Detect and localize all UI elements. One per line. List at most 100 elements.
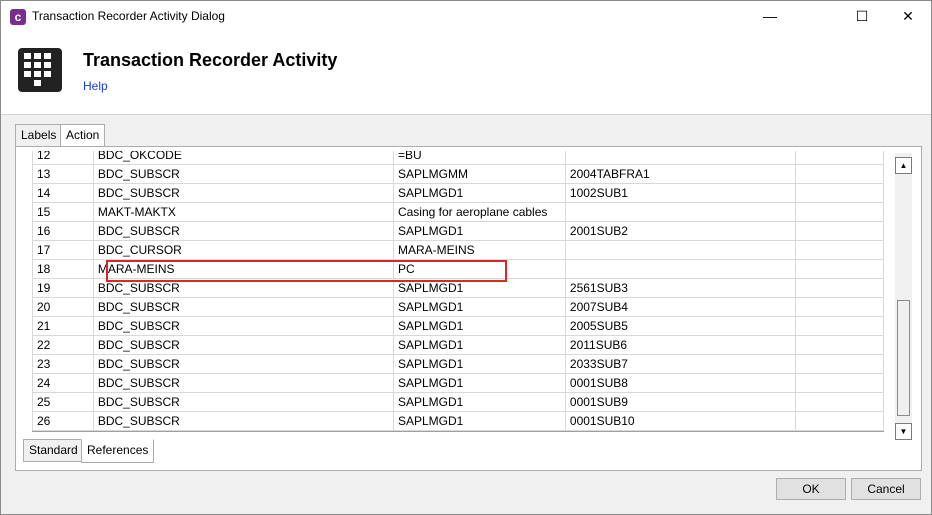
row-number-cell: 12 xyxy=(32,151,94,165)
field-value-cell: SAPLMGD1 xyxy=(392,297,566,317)
table-row-partial[interactable]: 12 BDC_OKCODE =BU xyxy=(32,151,884,165)
table-row[interactable]: 22 BDC_SUBSCR SAPLMGD1 2011SUB6 xyxy=(32,335,884,355)
row-number-cell: 17 xyxy=(32,240,94,260)
table-row[interactable]: 16 BDC_SUBSCR SAPLMGD1 2001SUB2 xyxy=(32,221,884,241)
table-row[interactable]: 25 BDC_SUBSCR SAPLMGD1 0001SUB9 xyxy=(32,392,884,412)
field-name-cell: BDC_SUBSCR xyxy=(92,411,394,431)
field-value-cell: SAPLMGD1 xyxy=(392,354,566,374)
field-name-cell: BDC_SUBSCR xyxy=(92,316,394,336)
table-row[interactable]: 21 BDC_SUBSCR SAPLMGD1 2005SUB5 xyxy=(32,316,884,336)
table-row[interactable]: 17 BDC_CURSOR MARA-MEINS xyxy=(32,240,884,260)
extra-value-cell xyxy=(564,259,797,279)
empty-cell xyxy=(795,297,884,317)
extra-value-cell: 2005SUB5 xyxy=(564,316,797,336)
recording-grid: 12 BDC_OKCODE =BU 13 BDC_SUBSCR SAPLMGMM 20… xyxy=(32,151,884,432)
extra-value-cell: 0001SUB8 xyxy=(564,373,797,393)
empty-cell xyxy=(795,164,884,184)
row-number-cell: 20 xyxy=(32,297,94,317)
table-row[interactable]: 13 BDC_SUBSCR SAPLMGMM 2004TABFRA1 xyxy=(32,164,884,184)
ok-button[interactable]: OK xyxy=(776,478,846,500)
empty-cell xyxy=(795,411,884,431)
scroll-thumb[interactable] xyxy=(897,300,910,416)
help-link[interactable]: Help xyxy=(83,79,108,93)
row-number-cell: 21 xyxy=(32,316,94,336)
field-name-cell: BDC_SUBSCR xyxy=(92,221,394,241)
vertical-scrollbar[interactable]: ▲ ▼ xyxy=(895,153,912,440)
recording-table: 12 BDC_OKCODE =BU 13 BDC_SUBSCR SAPLMGMM 20… xyxy=(32,151,884,431)
extra-value-cell: 0001SUB9 xyxy=(564,392,797,412)
row-number-cell: 15 xyxy=(32,202,94,222)
field-value-cell: SAPLMGD1 xyxy=(392,183,566,203)
table-row[interactable]: 23 BDC_SUBSCR SAPLMGD1 2033SUB7 xyxy=(32,354,884,374)
field-name-cell: BDC_SUBSCR xyxy=(92,373,394,393)
extra-value-cell xyxy=(564,202,797,222)
field-name-cell: MAKT-MAKTX xyxy=(92,202,394,222)
field-value-cell: SAPLMGD1 xyxy=(392,373,566,393)
scroll-up-button[interactable]: ▲ xyxy=(895,157,912,174)
empty-cell xyxy=(795,259,884,279)
extra-value-cell: 2561SUB3 xyxy=(564,278,797,298)
empty-cell xyxy=(795,151,884,165)
close-button[interactable]: ✕ xyxy=(885,1,931,32)
field-name-cell: BDC_SUBSCR xyxy=(92,392,394,412)
table-row[interactable]: 20 BDC_SUBSCR SAPLMGD1 2007SUB4 xyxy=(32,297,884,317)
extra-value-cell: 2033SUB7 xyxy=(564,354,797,374)
table-row[interactable]: 15 MAKT-MAKTX Casing for aeroplane cables xyxy=(32,202,884,222)
field-value-cell: SAPLMGD1 xyxy=(392,411,566,431)
field-value-cell: SAPLMGD1 xyxy=(392,316,566,336)
table-row[interactable]: 24 BDC_SUBSCR SAPLMGD1 0001SUB8 xyxy=(32,373,884,393)
highlight-box xyxy=(106,260,507,282)
title-bar: c Transaction Recorder Activity Dialog —… xyxy=(1,1,931,32)
keypad-icon xyxy=(18,48,62,92)
field-value-cell: =BU xyxy=(392,151,566,165)
extra-value-cell: 1002SUB1 xyxy=(564,183,797,203)
field-name-cell: BDC_SUBSCR xyxy=(92,164,394,184)
field-name-cell: BDC_CURSOR xyxy=(92,240,394,260)
row-number-cell: 24 xyxy=(32,373,94,393)
row-number-cell: 19 xyxy=(32,278,94,298)
empty-cell xyxy=(795,202,884,222)
tab-references[interactable]: References xyxy=(81,439,155,463)
field-name-cell: BDC_SUBSCR xyxy=(92,354,394,374)
minimize-button[interactable]: — xyxy=(747,1,793,32)
maximize-button[interactable]: ☐ xyxy=(839,1,885,32)
row-number-cell: 23 xyxy=(32,354,94,374)
field-value-cell: SAPLMGMM xyxy=(392,164,566,184)
empty-cell xyxy=(795,354,884,374)
extra-value-cell: 2004TABFRA1 xyxy=(564,164,797,184)
empty-cell xyxy=(795,316,884,336)
row-number-cell: 26 xyxy=(32,411,94,431)
app-icon: c xyxy=(10,9,26,25)
row-number-cell: 25 xyxy=(32,392,94,412)
empty-cell xyxy=(795,183,884,203)
extra-value-cell: 0001SUB10 xyxy=(564,411,797,431)
empty-cell xyxy=(795,335,884,355)
scroll-down-button[interactable]: ▼ xyxy=(895,423,912,440)
tab-standard[interactable]: Standard xyxy=(23,439,84,462)
table-row[interactable]: 14 BDC_SUBSCR SAPLMGD1 1002SUB1 xyxy=(32,183,884,203)
empty-cell xyxy=(795,278,884,298)
field-value-cell: SAPLMGD1 xyxy=(392,335,566,355)
field-value-cell: Casing for aeroplane cables xyxy=(392,202,566,222)
row-number-cell: 18 xyxy=(32,259,94,279)
dialog-header: Transaction Recorder Activity Help xyxy=(1,32,931,115)
row-number-cell: 13 xyxy=(32,164,94,184)
table-row[interactable]: 26 BDC_SUBSCR SAPLMGD1 0001SUB10 xyxy=(32,411,884,431)
row-number-cell: 22 xyxy=(32,335,94,355)
extra-value-cell: 2007SUB4 xyxy=(564,297,797,317)
empty-cell xyxy=(795,240,884,260)
empty-cell xyxy=(795,373,884,393)
field-name-cell: BDC_SUBSCR xyxy=(92,297,394,317)
tab-action[interactable]: Action xyxy=(60,124,106,148)
field-value-cell: SAPLMGD1 xyxy=(392,392,566,412)
tab-labels[interactable]: Labels xyxy=(15,124,63,147)
field-name-cell: BDC_SUBSCR xyxy=(92,183,394,203)
field-value-cell: SAPLMGD1 xyxy=(392,221,566,241)
field-name-cell: BDC_OKCODE xyxy=(92,151,394,165)
cancel-button[interactable]: Cancel xyxy=(851,478,921,500)
extra-value-cell xyxy=(564,240,797,260)
action-panel: 12 BDC_OKCODE =BU 13 BDC_SUBSCR SAPLMGMM 20… xyxy=(15,146,922,471)
extra-value-cell: 2011SUB6 xyxy=(564,335,797,355)
field-value-cell: MARA-MEINS xyxy=(392,240,566,260)
empty-cell xyxy=(795,221,884,241)
